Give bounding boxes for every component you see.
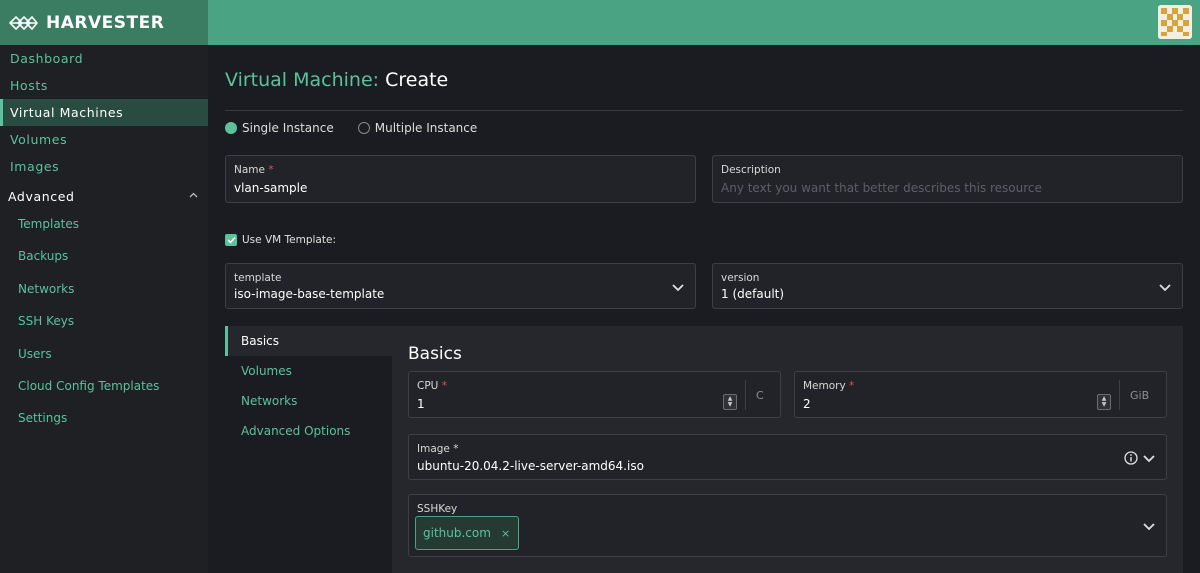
description-label: Description (721, 164, 781, 176)
sidebar-item-networks[interactable]: Networks (0, 276, 208, 302)
basics-panel: Basics CPU * 1 ▲ ▼ C Memory * 2 ▲ ▼ GiB … (392, 326, 1183, 573)
cpu-label: CPU * (417, 380, 447, 392)
name-input[interactable]: vlan-sample (234, 181, 307, 195)
sidebar-item-hosts[interactable]: Hosts (0, 72, 208, 99)
sidebar-group-label: Advanced (8, 188, 75, 204)
vm-config-tabs: Basics Volumes Networks Advanced Options (225, 326, 392, 573)
sidebar-item-settings[interactable]: Settings (0, 405, 208, 431)
chevron-down-icon (1143, 523, 1155, 531)
page-title-prefix: Virtual Machine: (225, 69, 380, 91)
memory-label-text: Memory (803, 380, 846, 392)
radio-selected-icon[interactable] (225, 122, 237, 134)
main-content: Virtual Machine: Create Single Instance … (208, 45, 1200, 573)
chevron-down-icon (1143, 455, 1155, 463)
radio-unselected-icon[interactable] (357, 122, 370, 134)
required-mark: * (849, 380, 855, 392)
template-select[interactable]: template iso-image-base-template (225, 263, 696, 309)
required-mark: * (268, 164, 274, 176)
image-select[interactable]: Image * ubuntu-20.04.2-live-server-amd64… (408, 434, 1167, 480)
harvester-logo-icon (8, 15, 38, 30)
memory-unit: GiB (1119, 380, 1149, 410)
single-instance-label: Single Instance (242, 121, 334, 135)
divider (225, 110, 1183, 111)
template-label: template (234, 272, 282, 284)
sshkey-label: SSHKey (417, 503, 458, 515)
memory-label: Memory * (803, 380, 854, 392)
sidebar-item-images[interactable]: Images (0, 153, 208, 180)
memory-field[interactable]: Memory * 2 ▲ ▼ GiB (794, 371, 1167, 418)
required-mark: * (441, 380, 447, 392)
chevron-down-icon (672, 284, 684, 292)
memory-input[interactable]: 2 (803, 397, 811, 411)
sidebar-item-cloud-config-templates[interactable]: Cloud Config Templates (0, 373, 208, 399)
page-title-action: Create (385, 69, 449, 91)
template-value: iso-image-base-template (234, 287, 385, 301)
use-vm-template-checkbox[interactable]: Use VM Template: (225, 234, 336, 246)
sidebar-item-virtual-machines[interactable]: Virtual Machines (0, 99, 208, 126)
sidebar-item-backups[interactable]: Backups (0, 243, 208, 269)
multiple-instance-option[interactable]: Multiple Instance (357, 121, 478, 135)
use-vm-template-label: Use VM Template: (242, 234, 336, 246)
avatar-identicon-icon (1158, 5, 1192, 39)
cpu-unit: C (745, 380, 764, 410)
sshkey-select[interactable]: SSHKey github.com × (408, 494, 1167, 557)
tab-advanced-options[interactable]: Advanced Options (225, 416, 392, 446)
sidebar-item-users[interactable]: Users (0, 341, 208, 367)
sidebar-item-volumes[interactable]: Volumes (0, 126, 208, 153)
brand-name: HARVESTER (46, 12, 165, 33)
chevron-down-icon (1159, 284, 1171, 292)
sshkey-tag[interactable]: github.com × (415, 516, 520, 550)
tab-volumes[interactable]: Volumes (225, 356, 392, 386)
instance-mode-radio-group: Single Instance Multiple Instance (225, 121, 501, 135)
sidebar-group-advanced[interactable]: Advanced (0, 184, 208, 208)
sidebar: Dashboard Hosts Virtual Machines Volumes… (0, 45, 208, 573)
name-field-label: Name * (234, 164, 274, 176)
version-value: 1 (default) (721, 287, 785, 301)
cpu-stepper[interactable]: ▲ ▼ (723, 394, 737, 410)
image-value: ubuntu-20.04.2-live-server-amd64.iso (417, 459, 644, 473)
description-field[interactable]: Description Any text you want that bette… (712, 155, 1183, 203)
cpu-label-text: CPU (417, 380, 439, 392)
stepper-down-icon[interactable]: ▼ (1102, 402, 1107, 408)
checkbox-checked-icon[interactable] (225, 234, 237, 246)
name-label-text: Name (234, 164, 265, 176)
description-input[interactable]: Any text you want that better describes … (721, 181, 1042, 195)
basics-title: Basics (408, 344, 462, 364)
sshkey-tag-label: github.com (423, 526, 491, 540)
info-icon[interactable] (1124, 451, 1138, 465)
stepper-down-icon[interactable]: ▼ (728, 402, 733, 408)
top-header: HARVESTER (0, 0, 1200, 45)
cpu-input[interactable]: 1 (417, 397, 425, 411)
cpu-field[interactable]: CPU * 1 ▲ ▼ C (408, 371, 781, 418)
sidebar-item-ssh-keys[interactable]: SSH Keys (0, 308, 208, 334)
brand[interactable]: HARVESTER (0, 0, 208, 45)
memory-stepper[interactable]: ▲ ▼ (1097, 394, 1111, 410)
single-instance-option[interactable]: Single Instance (225, 121, 334, 135)
multiple-instance-label: Multiple Instance (374, 121, 478, 135)
close-icon[interactable]: × (501, 527, 510, 540)
page-title: Virtual Machine: Create (225, 69, 448, 91)
sidebar-item-templates[interactable]: Templates (0, 211, 208, 237)
image-label: Image * (417, 443, 459, 455)
chevron-up-icon (189, 191, 198, 201)
version-select[interactable]: version 1 (default) (712, 263, 1183, 309)
user-avatar[interactable] (1158, 5, 1192, 39)
name-field[interactable]: Name * vlan-sample (225, 155, 696, 203)
tab-networks[interactable]: Networks (225, 386, 392, 416)
sidebar-item-dashboard[interactable]: Dashboard (0, 45, 208, 72)
version-label: version (721, 272, 760, 284)
tab-basics[interactable]: Basics (225, 326, 392, 356)
